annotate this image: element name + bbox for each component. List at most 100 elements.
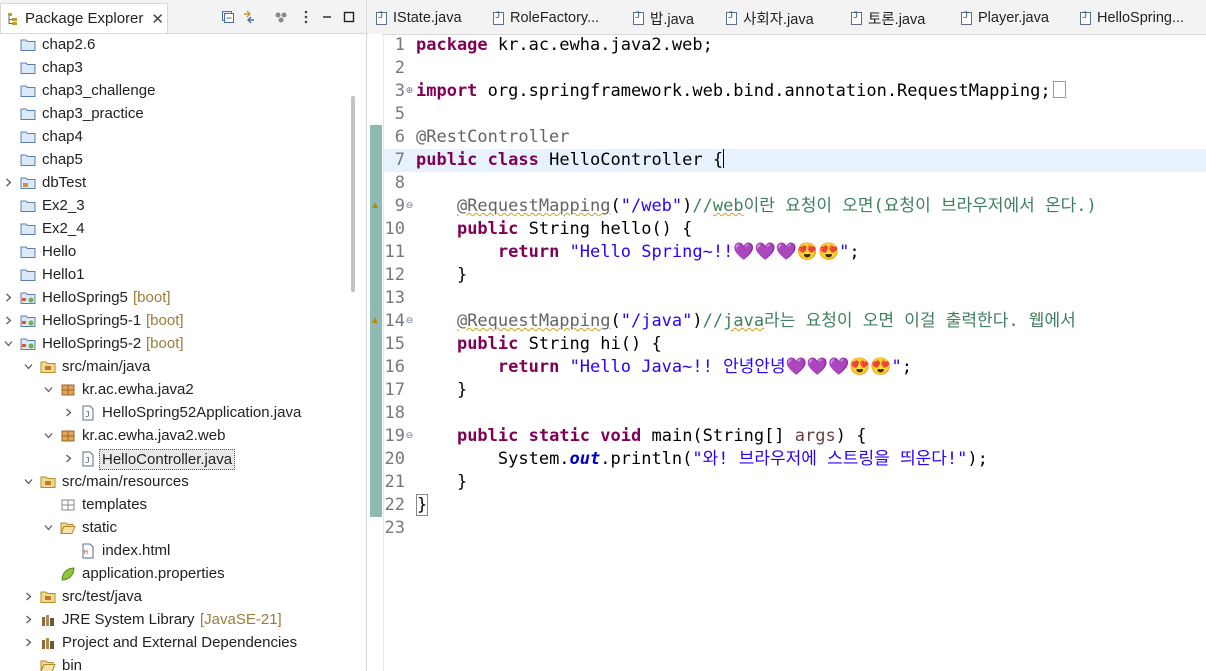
- chevron-right-icon[interactable]: [22, 631, 34, 654]
- code-text: }: [456, 380, 468, 400]
- tree-item-label: Hello1: [42, 266, 85, 283]
- tree-item[interactable]: chap5: [0, 148, 350, 171]
- tree-item[interactable]: Hello: [0, 240, 350, 263]
- tree-item-label: Ex2_3: [42, 197, 85, 214]
- tree-item[interactable]: Hindex.html: [0, 539, 350, 562]
- tab-istate-java[interactable]: IState.java: [376, 6, 462, 30]
- expand-fold-icon[interactable]: ⊕: [405, 86, 414, 95]
- tab-rolefactory-java[interactable]: RoleFactory...: [493, 6, 599, 30]
- folder-icon: [20, 106, 36, 122]
- tree-item[interactable]: Project and External Dependencies: [0, 631, 350, 654]
- folder-icon: [20, 198, 36, 214]
- tree-item[interactable]: static: [0, 516, 350, 539]
- tree-item[interactable]: chap3: [0, 56, 350, 79]
- code-text: public String hi() {: [456, 334, 662, 354]
- tree-item[interactable]: Hello1: [0, 263, 350, 286]
- collapse-fold-icon[interactable]: ⊖: [405, 316, 414, 325]
- tree-item[interactable]: Ex2_3: [0, 194, 350, 217]
- chevron-right-icon[interactable]: [22, 585, 34, 608]
- tree-item[interactable]: kr.ac.ewha.java2.web: [0, 424, 350, 447]
- code-line: 6 @RestController: [368, 126, 1206, 149]
- minimize-icon[interactable]: [318, 7, 336, 27]
- source-folder-icon: [40, 589, 56, 605]
- tree-item[interactable]: src/test/java: [0, 585, 350, 608]
- folder-icon: [20, 37, 36, 53]
- chevron-right-icon[interactable]: [22, 608, 34, 631]
- tree-item[interactable]: Ex2_4: [0, 217, 350, 240]
- tree-item[interactable]: src/main/resources: [0, 470, 350, 493]
- tab-toron-java[interactable]: 토론.java: [851, 6, 925, 30]
- tree-item[interactable]: kr.ac.ewha.java2: [0, 378, 350, 401]
- code-line: 3 ⊕ import org.springframework.web.bind.…: [368, 80, 1206, 103]
- chevron-down-icon[interactable]: [22, 470, 34, 493]
- open-folder-icon: [40, 658, 56, 671]
- tab-label: 밥.java: [650, 11, 694, 28]
- folder-icon: [20, 244, 36, 260]
- tab-player-java[interactable]: Player.java: [961, 6, 1049, 30]
- tree-item[interactable]: bin: [0, 654, 350, 671]
- tree-item[interactable]: chap4: [0, 125, 350, 148]
- tree-item[interactable]: dbTest: [0, 171, 350, 194]
- tree-item-label: chap3_challenge: [42, 82, 156, 99]
- maximize-icon[interactable]: [340, 7, 358, 27]
- chevron-down-icon[interactable]: [42, 378, 54, 401]
- filter-icon[interactable]: [272, 7, 290, 27]
- collapse-fold-icon[interactable]: ⊖: [405, 201, 414, 210]
- view-menu-icon[interactable]: [298, 7, 314, 27]
- tree-item[interactable]: HelloSpring5-1 [boot]: [0, 309, 350, 332]
- tree-item-label: static: [82, 519, 118, 536]
- tab-label: RoleFactory...: [510, 10, 600, 26]
- chevron-down-icon[interactable]: [42, 424, 54, 447]
- editor-tab-bar: IState.java RoleFactory... 밥.java 사회자.ja…: [367, 0, 1206, 35]
- tree-item-label: Hello: [42, 243, 77, 260]
- code-editor[interactable]: 1 package kr.ac.ewha.java2.web; 2 3 ⊕ im…: [368, 34, 1206, 671]
- tree-item[interactable]: application.properties: [0, 562, 350, 585]
- folder-icon: [20, 267, 36, 283]
- tab-sahoeja-java[interactable]: 사회자.java: [726, 6, 814, 30]
- chevron-right-icon[interactable]: [2, 171, 14, 194]
- collapse-all-icon[interactable]: [219, 7, 237, 27]
- package-icon: [60, 382, 76, 398]
- close-tab-icon[interactable]: ✕: [151, 10, 164, 28]
- line-number: 13: [384, 288, 405, 308]
- tree-item[interactable]: JRE System Library [JavaSE-21]: [0, 608, 350, 631]
- package-explorer-panel: Package Explorer ✕ chap2.6 chap3 chap3_cha…: [0, 0, 367, 671]
- chevron-down-icon[interactable]: [42, 516, 54, 539]
- code-line: 8: [368, 172, 1206, 195]
- tree-item[interactable]: J HelloController.java: [0, 447, 350, 470]
- chevron-right-icon[interactable]: [2, 309, 14, 332]
- tree-scrollbar[interactable]: [351, 96, 355, 292]
- link-with-editor-icon[interactable]: [240, 7, 258, 27]
- tree-item[interactable]: chap2.6: [0, 33, 350, 56]
- tree-item[interactable]: src/main/java: [0, 355, 350, 378]
- tab-hellospring-java[interactable]: HelloSpring...: [1080, 6, 1184, 30]
- line-number: 9: [394, 196, 405, 216]
- chevron-down-icon[interactable]: [22, 355, 34, 378]
- line-number: 22: [384, 495, 405, 515]
- chevron-right-icon[interactable]: [2, 286, 14, 309]
- tree-item[interactable]: chap3_challenge: [0, 79, 350, 102]
- tree-item[interactable]: templates: [0, 493, 350, 516]
- java-file-icon: [851, 11, 862, 25]
- tree-item[interactable]: HelloSpring5 [boot]: [0, 286, 350, 309]
- chevron-right-icon[interactable]: [62, 447, 74, 470]
- tree-item-label: HelloSpring52Application.java: [102, 404, 302, 421]
- tab-bap-java[interactable]: 밥.java: [633, 6, 694, 30]
- code-text: }: [456, 472, 468, 492]
- line-number: 5: [394, 104, 405, 124]
- svg-text:H: H: [84, 549, 89, 556]
- chevron-right-icon[interactable]: [62, 401, 74, 424]
- package-explorer-tab[interactable]: Package Explorer ✕: [0, 3, 168, 33]
- tree-item-label: index.html: [102, 542, 171, 559]
- tree-item[interactable]: HelloSpring5-2 [boot]: [0, 332, 350, 355]
- tree-item[interactable]: J HelloSpring52Application.java: [0, 401, 350, 424]
- collapse-fold-icon[interactable]: ⊖: [405, 431, 414, 440]
- folder-icon: [20, 83, 36, 99]
- collapsed-imports-icon[interactable]: [1052, 81, 1066, 98]
- chevron-down-icon[interactable]: [2, 332, 14, 355]
- code-line: ▲ 9 ⊖ @RequestMapping("/web")//web이란 요청이…: [368, 195, 1206, 218]
- line-number: 21: [384, 472, 405, 492]
- line-number: 2: [394, 58, 405, 78]
- tree-item[interactable]: chap3_practice: [0, 102, 350, 125]
- tree-item-label: Project and External Dependencies: [62, 634, 298, 651]
